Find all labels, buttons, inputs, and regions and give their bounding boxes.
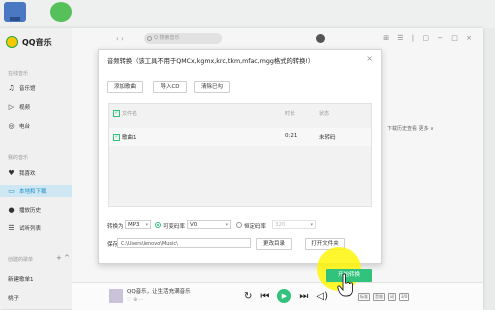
sidebar-item-label: 我喜欢 [19,171,36,177]
volume-icon[interactable]: ◁) [316,291,328,302]
playback-controls: ↻ ⏮ ▶ ⏭ ◁) [244,289,328,303]
dialog-title: 音频转换（该工具不用于QMCx,kgmx,krc,tkm,mfac,mgg格式的… [107,58,315,65]
desktop-background [0,0,495,28]
top-bar: ‹ › Q 搜索音乐 ⊞ ☰ | ▢ − □ × [72,28,483,50]
vbr-select[interactable]: V0 [187,220,231,230]
cbr-label: 恒定码率 [244,224,267,230]
music-note-icon: ♫ [8,83,15,92]
sidebar-item-label: 视频 [19,105,31,111]
vbr-label: 可变码率 [163,224,186,230]
sidebar-item-music-hall[interactable]: ♫ 音乐馆 [0,82,72,94]
sidebar-item-label: 电台 [19,124,31,130]
wechat-desktop-icon[interactable] [50,2,72,22]
playlist-controls[interactable]: + ^ [56,254,70,262]
nav-arrows[interactable]: ‹ › [116,35,124,43]
tag-effect[interactable]: 音效 [373,293,385,301]
cbr-radio[interactable] [236,222,242,228]
convert-to-label: 转换为 [107,224,124,230]
sidebar-item-label: 播放历史 [19,208,42,214]
next-icon[interactable]: ⏭ [299,291,308,302]
hand-cursor-icon [337,273,353,297]
computer-icon: ▭ [8,186,15,195]
sidebar-item-video[interactable]: ▷ 视频 [0,101,72,113]
tag-playlist-count[interactable]: 3/0 [399,293,410,301]
tag-standard[interactable]: 标准 [358,293,370,301]
sidebar-item-label: 音乐馆 [19,86,36,92]
row-filename: 歌曲1 [122,135,137,141]
list-header: ✓ 文件名 时长 状态 [109,104,371,122]
audio-convert-dialog: 音频转换（该工具不用于QMCx,kgmx,krc,tkm,mfac,mgg格式的… [98,49,382,264]
sidebar-item-local-download[interactable]: ▭ 本地和下载 [0,185,72,197]
sidebar-item-favorites[interactable]: ♥ 我喜欢 [0,167,72,179]
player-tags: 标准 音效 词 3/0 [358,293,410,301]
video-icon: ▷ [8,102,15,111]
qq-music-logo-icon [6,36,18,48]
previous-icon[interactable]: ⏮ [260,291,269,302]
column-filename: 文件名 [122,111,138,117]
song-list: ✓ 文件名 时长 状态 ✓ 歌曲1 0:21 未转码 [108,103,372,207]
app-logo: QQ音乐 [6,36,52,48]
avatar[interactable] [316,34,325,43]
close-icon[interactable]: × [366,54,373,63]
format-select[interactable]: MP3 [125,220,151,230]
vbr-radio[interactable] [155,222,161,228]
now-playing-actions[interactable]: ♡ ⊕ ⋯ [127,297,144,303]
row-duration: 0:21 [285,133,298,139]
now-playing-title: QQ音乐，让生活充满音乐 [127,289,191,295]
heart-icon: ♥ [8,168,15,177]
add-song-button[interactable]: 添加歌曲 [107,81,143,93]
import-cd-button[interactable]: 导入CD [153,81,187,93]
section-my-music: 我的音乐 [8,155,29,161]
column-status: 状态 [319,111,330,117]
column-duration: 时长 [285,111,296,117]
download-history-actions[interactable]: 下载历史查看 更多 ∨ [387,125,434,132]
album-art[interactable] [109,289,123,303]
app-name: QQ音乐 [22,37,52,47]
window-controls[interactable]: ⊞ ☰ | ▢ − □ × [383,34,475,42]
playlist-item[interactable]: 新建歌单1 [8,275,34,283]
search-input[interactable]: Q 搜索音乐 [144,33,222,44]
row-checkbox[interactable]: ✓ [113,134,120,141]
playlist-icon: ☰ [8,223,15,232]
clear-checked-button[interactable]: 清除已勾 [194,81,230,93]
playlist-item[interactable]: 桃子 [8,294,19,302]
player-bar: QQ音乐，让生活充满音乐 ♡ ⊕ ⋯ ↻ ⏮ ▶ ⏭ ◁) 标准 音效 词 3/… [72,282,483,310]
sidebar-item-trial-list[interactable]: ☰ 试听列表 [0,222,72,234]
select-all-checkbox[interactable]: ✓ [113,110,120,117]
table-row[interactable]: ✓ 歌曲1 0:21 未转码 [109,128,371,146]
sidebar-item-label: 试听列表 [19,226,42,232]
computer-desktop-icon[interactable] [4,2,26,22]
change-directory-button[interactable]: 更改目录 [256,238,292,250]
sidebar: QQ音乐 在线音乐 ♫ 音乐馆 ▷ 视频 ◎ 电台 我的音乐 ♥ 我喜欢 ▭ 本… [0,28,72,309]
row-status: 未转码 [319,135,336,141]
cbr-select[interactable]: 320 [272,220,316,230]
loop-icon[interactable]: ↻ [244,291,252,302]
history-icon: ● [8,205,15,214]
section-created-playlists: 创建的歌单 [8,257,34,263]
save-path-field[interactable]: C:\Users\lenovo\Music\ [117,238,251,248]
radio-icon: ◎ [8,121,15,130]
sidebar-item-history[interactable]: ● 播放历史 [0,204,72,216]
play-button[interactable]: ▶ [277,289,292,303]
sidebar-item-label: 本地和下载 [19,189,47,195]
sidebar-item-radio[interactable]: ◎ 电台 [0,120,72,132]
section-online-music: 在线音乐 [8,71,29,77]
tag-lyrics[interactable]: 词 [388,293,396,301]
